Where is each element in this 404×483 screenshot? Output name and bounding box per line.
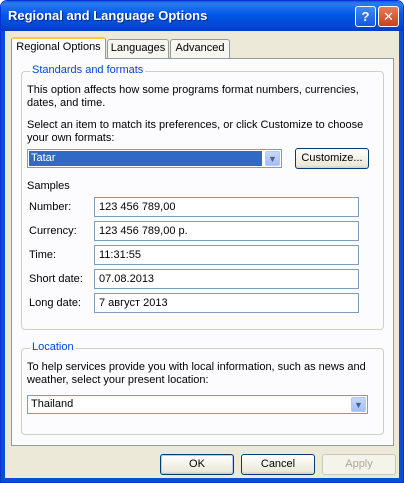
group-title: Standards and formats	[30, 64, 146, 76]
dialog-window: Regional and Language Options ? ✕ Region…	[0, 0, 404, 483]
window-border-left	[1, 31, 5, 482]
instruction-line: your own formats:	[27, 132, 115, 144]
group-title: Location	[30, 341, 76, 353]
instruction-line: Select an item to match its preferences,…	[27, 119, 364, 131]
sample-value-number: 123 456 789,00	[94, 197, 359, 217]
tab-label: Regional Options	[16, 41, 101, 53]
description-line: weather, select your present location:	[27, 374, 209, 386]
help-button[interactable]: ?	[355, 6, 376, 27]
ok-button-label: OK	[189, 458, 205, 470]
location-select-value: Thailand	[31, 398, 74, 410]
help-icon: ?	[361, 9, 370, 24]
description-line: To help services provide you with local …	[27, 361, 366, 373]
tab-label: Advanced	[175, 42, 225, 54]
sample-label-long-date: Long date:	[29, 297, 81, 309]
title-bar[interactable]: Regional and Language Options ? ✕	[1, 1, 403, 31]
description-line: This option affects how some programs fo…	[27, 84, 359, 96]
location-description: To help services provide you with local …	[27, 361, 366, 387]
sample-value-currency: 123 456 789,00 р.	[94, 221, 359, 241]
format-select-value: Tatar	[29, 151, 262, 166]
close-icon: ✕	[383, 9, 394, 24]
sample-label-time: Time:	[29, 249, 57, 261]
sample-label-currency: Currency:	[29, 225, 77, 237]
sample-value-long-date: 7 август 2013	[94, 293, 359, 313]
window-title: Regional and Language Options	[8, 8, 208, 23]
sample-label-short-date: Short date:	[29, 273, 83, 285]
cancel-button[interactable]: Cancel	[241, 454, 315, 475]
standards-and-formats-group: Standards and formats This option affect…	[21, 64, 384, 330]
chevron-down-icon[interactable]: ▼	[265, 151, 280, 166]
samples-label: Samples	[27, 180, 70, 192]
tab-label: Languages	[110, 42, 166, 54]
sample-label-number: Number:	[29, 201, 72, 213]
window-border-bottom	[1, 478, 403, 482]
tab-regional-options[interactable]: Regional Options	[11, 37, 106, 59]
regional-options-panel: Standards and formats This option affect…	[11, 58, 394, 446]
cancel-button-label: Cancel	[260, 458, 296, 470]
location-select[interactable]: Thailand ▼	[27, 395, 368, 414]
tab-advanced[interactable]: Advanced	[170, 39, 230, 58]
sample-value-time: 11:31:55	[94, 245, 359, 265]
tab-languages[interactable]: Languages	[107, 39, 169, 58]
chevron-down-icon[interactable]: ▼	[351, 397, 366, 412]
close-button[interactable]: ✕	[378, 6, 399, 27]
ok-button[interactable]: OK	[160, 454, 234, 475]
customize-button[interactable]: Customize...	[295, 148, 369, 169]
sample-value-short-date: 07.08.2013	[94, 269, 359, 289]
description-line: dates, and time.	[27, 97, 106, 109]
window-border-right	[399, 31, 403, 482]
location-group: Location To help services provide you wi…	[21, 341, 384, 435]
apply-button[interactable]: Apply	[322, 454, 396, 475]
apply-button-label: Apply	[345, 458, 373, 470]
customize-button-label: Customize...	[301, 152, 363, 164]
format-select[interactable]: Tatar ▼	[27, 149, 282, 168]
standards-description: This option affects how some programs fo…	[27, 84, 359, 110]
select-instructions: Select an item to match its preferences,…	[27, 119, 363, 145]
